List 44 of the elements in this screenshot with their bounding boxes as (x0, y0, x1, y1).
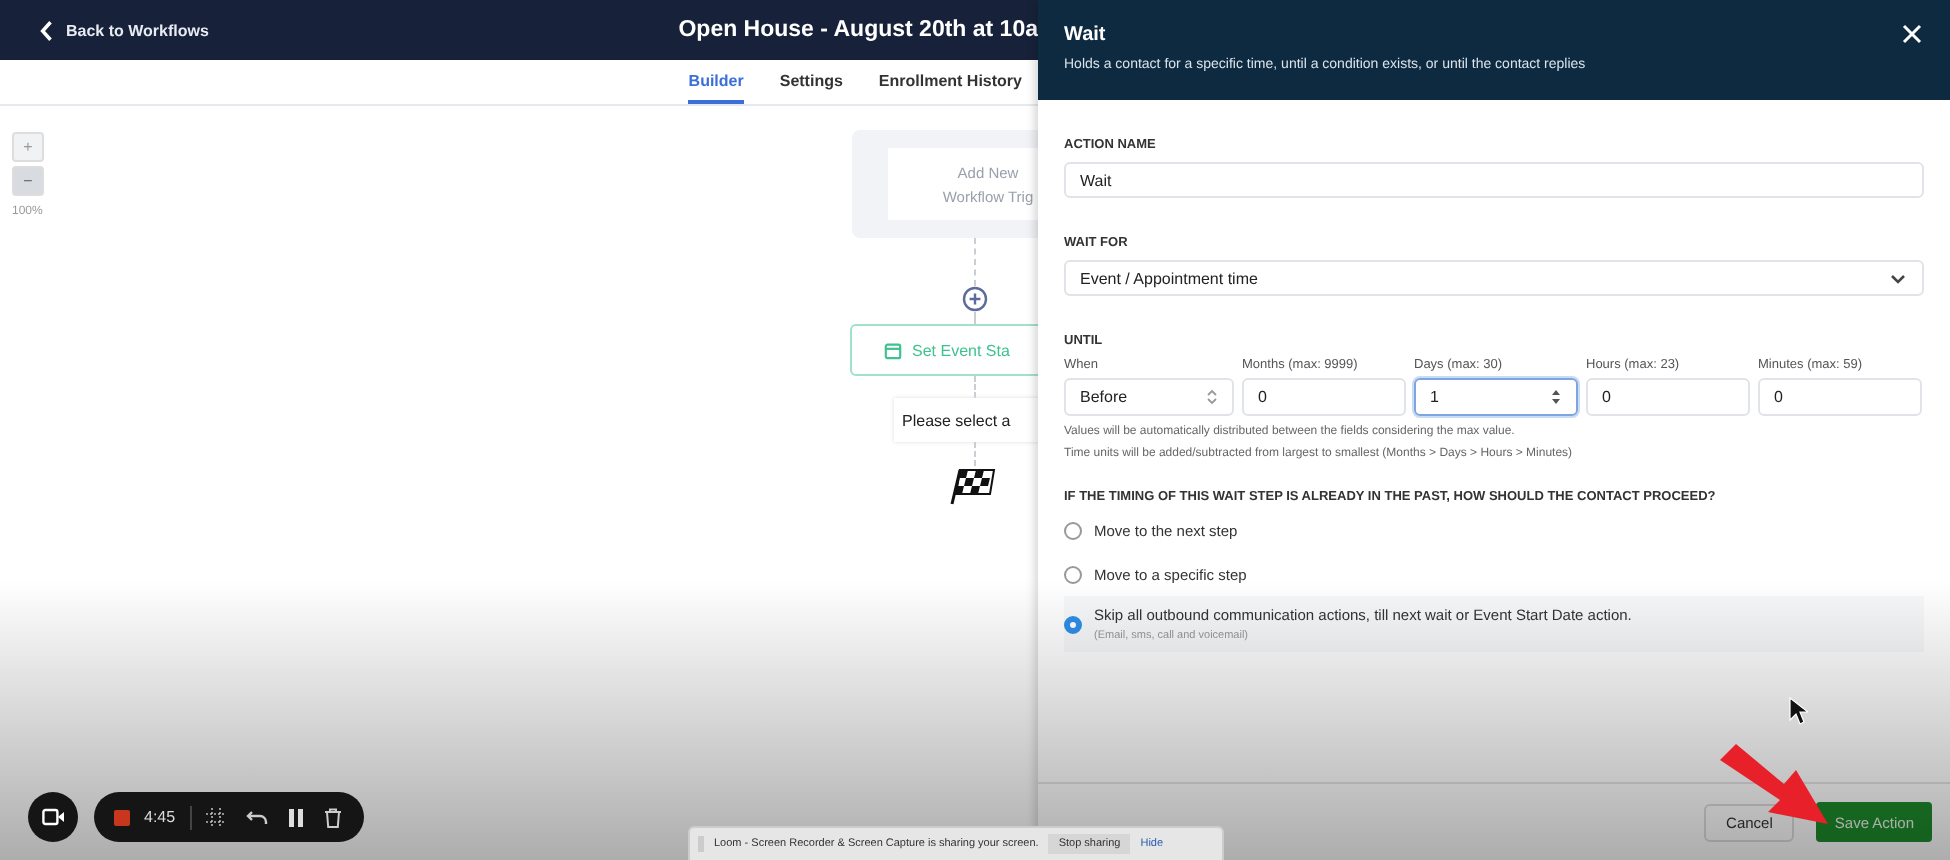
number-field[interactable]: 0 (1758, 378, 1922, 416)
field-value: 0 (1258, 388, 1267, 406)
updown-icon (1206, 388, 1218, 406)
annotation-arrow (1716, 740, 1832, 828)
field-value: 1 (1430, 388, 1439, 406)
trash-icon[interactable] (323, 807, 342, 827)
undo-icon[interactable] (245, 808, 268, 826)
mouse-cursor-icon (1788, 696, 1808, 726)
field-value: 0 (1602, 388, 1611, 406)
recording-time: 4:45 (144, 808, 176, 826)
dropdown-value: Event / Appointment time (1080, 269, 1258, 287)
video-camera-icon (41, 808, 65, 826)
zoom-out-button[interactable]: − (12, 166, 44, 196)
radio-button[interactable] (1064, 615, 1082, 633)
tab[interactable]: Enrollment History (878, 60, 1022, 104)
prompt-node[interactable]: Please select a (894, 398, 1038, 442)
field-value: Wait (1080, 171, 1112, 189)
workflow-title: Open House - August 20th at 10a (678, 18, 1038, 42)
action-label: Set Event Sta (912, 341, 1010, 359)
radio-button[interactable] (1064, 565, 1082, 583)
checkered-flag-icon (950, 466, 998, 506)
radio-button[interactable] (1064, 521, 1082, 539)
number-field[interactable]: 1 (1414, 378, 1578, 416)
number-field[interactable]: 0 (1586, 378, 1750, 416)
back-label: Back to Workflows (66, 21, 209, 39)
field-value: 0 (1774, 388, 1783, 406)
when-select[interactable]: Before (1064, 378, 1234, 416)
spinner-icon[interactable] (1550, 388, 1562, 406)
chevron-down-icon (1890, 273, 1906, 283)
chevron-left-icon (40, 19, 54, 41)
back-link[interactable]: Back to Workflows (40, 19, 209, 41)
close-icon[interactable] (1902, 24, 1922, 44)
prompt-text: Please select a (902, 411, 1011, 429)
field-value: Before (1080, 388, 1128, 406)
pause-icon[interactable] (287, 807, 304, 827)
stop-recording-button[interactable] (114, 809, 130, 825)
grid-icon[interactable] (205, 807, 226, 827)
tab[interactable]: Settings (779, 60, 843, 104)
add-step-icon[interactable] (961, 286, 987, 312)
action-name-field[interactable]: Wait (1064, 162, 1924, 198)
calendar-icon (884, 341, 902, 359)
number-field[interactable]: 0 (1242, 378, 1406, 416)
panel-title: Wait (1064, 24, 1108, 46)
wait-for-dropdown[interactable]: Event / Appointment time (1064, 260, 1924, 296)
